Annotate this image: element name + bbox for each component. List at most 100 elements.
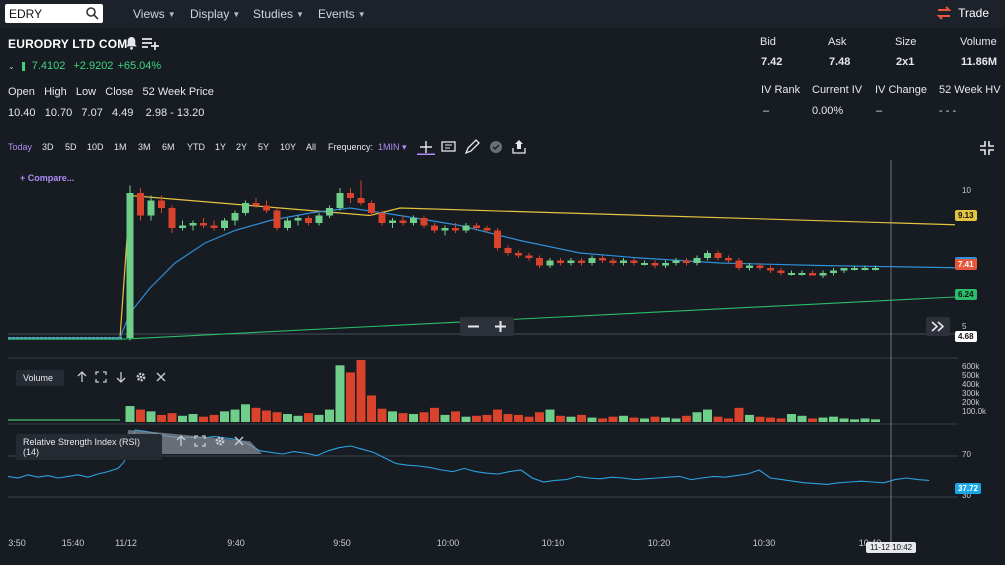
timeframe-10y[interactable]: 10Y	[280, 142, 296, 152]
volume-bar	[409, 414, 418, 422]
candle-body	[557, 260, 564, 263]
pencil-icon[interactable]	[463, 139, 481, 155]
candle-body	[273, 210, 281, 228]
frequency-select[interactable]: 1MIN ▾	[378, 142, 407, 153]
candle-body	[368, 203, 375, 213]
maximize-icon[interactable]	[95, 371, 107, 383]
share-icon[interactable]	[510, 139, 528, 155]
symbol-search[interactable]	[5, 4, 103, 23]
gear-icon[interactable]	[135, 371, 147, 383]
volume-bar	[493, 409, 502, 422]
candle-body	[693, 258, 701, 263]
candle-body	[830, 270, 837, 273]
menu-studies[interactable]: Studies ▼	[253, 7, 304, 21]
volume-bar	[797, 415, 807, 422]
close-icon[interactable]	[155, 371, 167, 383]
timeframe-6m[interactable]: 6M	[162, 142, 175, 152]
time-tick: 15:40	[61, 538, 85, 548]
candle-body	[210, 225, 218, 228]
candle-body	[431, 225, 438, 231]
range-value: 2.98 - 13.20	[145, 107, 205, 119]
price-chart[interactable]	[0, 160, 1005, 552]
bell-icon[interactable]	[125, 36, 138, 50]
symbol-search-input[interactable]	[9, 6, 83, 21]
candle-body	[578, 260, 585, 263]
volume-bar	[440, 414, 450, 422]
candle-body	[767, 268, 774, 271]
price-change: +2.9202	[73, 60, 114, 72]
candle-body	[158, 200, 165, 208]
search-icon[interactable]	[85, 6, 99, 20]
prev-close-badge: 4.68	[955, 331, 977, 342]
hv-label: 52 Week HV	[939, 84, 1001, 96]
add-to-watchlist-icon[interactable]	[141, 37, 159, 50]
comment-icon[interactable]	[440, 139, 458, 155]
timeframe-1y[interactable]: 1Y	[215, 142, 226, 152]
volume-bar	[230, 409, 240, 422]
menu-views-label: Views	[133, 7, 165, 21]
timeframe-5d[interactable]: 5D	[65, 142, 77, 152]
timeframe-today[interactable]: Today	[8, 142, 32, 152]
gear-icon[interactable]	[214, 435, 226, 447]
volume-bar	[619, 415, 628, 422]
close-icon[interactable]	[233, 435, 245, 447]
timeframe-3m[interactable]: 3M	[138, 142, 151, 152]
chevron-down-icon[interactable]: ⌄	[8, 62, 15, 71]
crosshair-icon[interactable]	[417, 139, 435, 155]
pre-market-volume	[8, 419, 120, 421]
price-change-pct: +65.04%	[117, 60, 162, 72]
volume-bar	[776, 418, 786, 422]
volume-bar	[430, 407, 439, 422]
chevron-down-icon: ▼	[296, 9, 304, 19]
rsi-tick: 70	[962, 450, 971, 459]
volume-bar	[850, 419, 859, 422]
frequency-label: Frequency:	[328, 142, 374, 152]
move-up-icon[interactable]	[76, 371, 88, 383]
size-label: Size	[895, 36, 917, 48]
timeframe-2y[interactable]: 2Y	[236, 142, 247, 152]
open-label: Open	[8, 86, 35, 98]
volume-bar	[871, 419, 880, 422]
price-tick: 5	[962, 322, 967, 331]
zoom-out-icon[interactable]	[460, 317, 487, 336]
menu-events[interactable]: Events ▼	[318, 7, 366, 21]
move-down-icon[interactable]	[115, 371, 127, 383]
chevron-down-icon: ▼	[167, 9, 176, 19]
timeframe-all[interactable]: All	[306, 142, 316, 152]
candle-body	[410, 218, 417, 223]
timeframe-5y[interactable]: 5Y	[258, 142, 269, 152]
price-tick: 10	[962, 186, 971, 195]
collapse-icon[interactable]	[979, 140, 995, 156]
move-up-icon[interactable]	[175, 435, 187, 447]
time-tick: 10:10	[541, 538, 565, 548]
candle-body	[357, 198, 365, 203]
menu-views[interactable]: Views ▼	[133, 7, 176, 21]
volume-bar	[713, 416, 723, 422]
ask-label: Ask	[828, 36, 847, 48]
candle-body	[242, 203, 249, 213]
volume-bar	[598, 418, 607, 422]
candle-body	[326, 208, 333, 216]
maximize-icon[interactable]	[194, 435, 206, 447]
volume-bar	[325, 409, 334, 422]
fast-forward-icon[interactable]	[926, 317, 950, 336]
trade-button[interactable]: Trade	[936, 6, 989, 20]
check-circle-icon[interactable]	[488, 139, 506, 155]
timeframe-10d[interactable]: 10D	[87, 142, 104, 152]
volume-bar	[283, 414, 292, 422]
zoom-in-icon[interactable]	[487, 317, 514, 336]
hv-value: - - -	[939, 105, 957, 117]
compare-button[interactable]: + Compare...	[20, 173, 74, 183]
candle-body	[147, 200, 155, 216]
chevron-down-icon: ▼	[357, 9, 366, 19]
volume-bar	[241, 404, 250, 422]
volume-bar	[671, 418, 681, 422]
timeframe-1m[interactable]: 1M	[114, 142, 127, 152]
timeframe-ytd[interactable]: YTD	[187, 142, 205, 152]
menu-display[interactable]: Display ▼	[190, 7, 240, 21]
volume-bar	[839, 418, 849, 422]
volume-bar	[146, 411, 156, 422]
menu-events-label: Events	[318, 7, 355, 21]
volume-bar	[545, 409, 555, 422]
timeframe-3d[interactable]: 3D	[42, 142, 54, 152]
